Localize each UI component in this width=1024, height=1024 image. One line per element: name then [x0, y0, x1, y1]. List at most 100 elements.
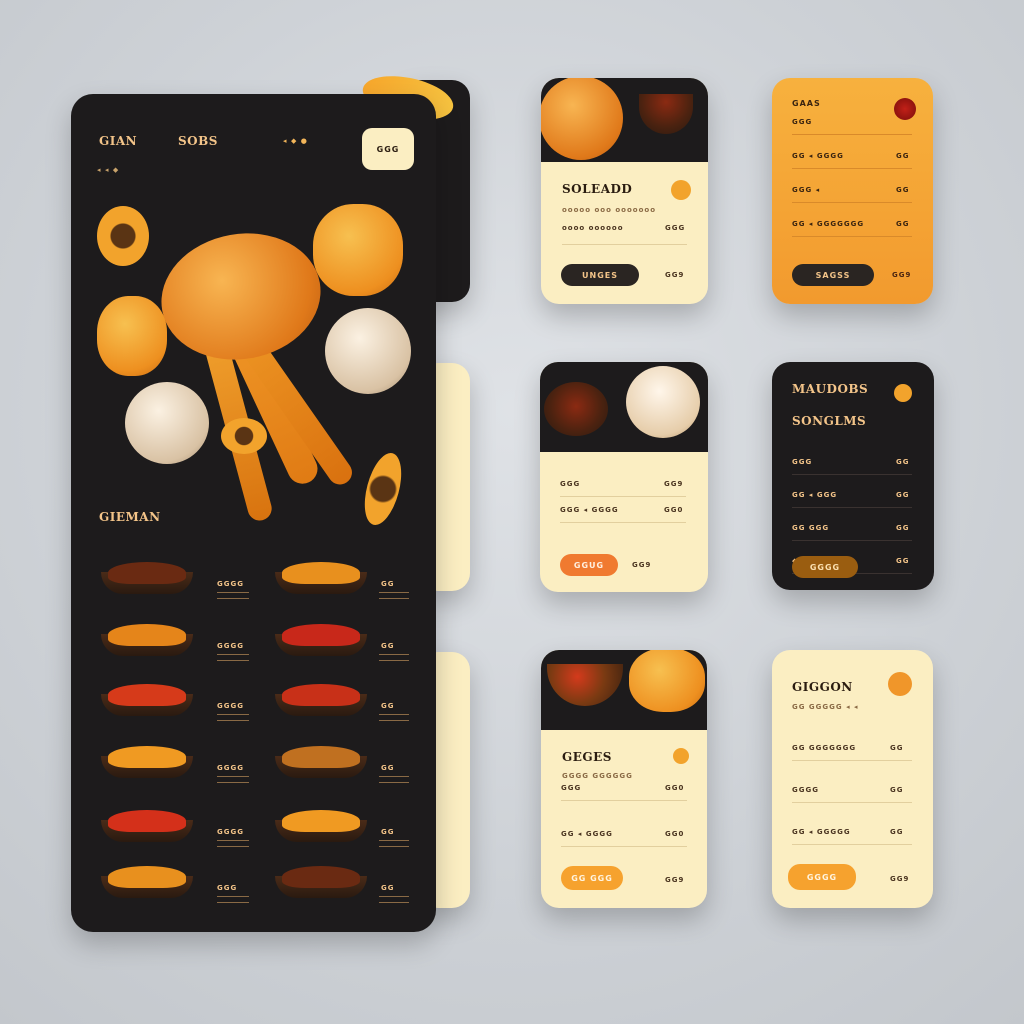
dish-image[interactable]: [101, 562, 193, 594]
dish-price: GG: [381, 828, 395, 836]
card-maudobs[interactable]: MAUDOBS SONGLMS GGGGGGG ◂ GGGGGGG GGGGG◆…: [772, 362, 934, 590]
fruit-half-top: [97, 206, 149, 266]
gg-ggg-button[interactable]: GG GGG: [561, 866, 623, 890]
card-price: GG9: [632, 561, 652, 569]
dish-image[interactable]: [275, 810, 367, 842]
card-gaas[interactable]: GAAS GGG GG ◂ GGGG GG GGG ◂ GG GG ◂ GGGGGGG GG…: [772, 78, 933, 304]
card-price: GG9: [665, 271, 685, 279]
section-title: GIEMAN: [99, 510, 161, 524]
menu-grid: GGGG GG GGGG GG GGGG GG GGGG GG GGGG GG GGG GG: [71, 534, 436, 914]
row-price: GG0: [664, 506, 684, 514]
card-soleadd[interactable]: SOLEADD ooooo ooo ooooooo oooo oooooo GG…: [541, 78, 708, 304]
row-price: GG: [896, 152, 910, 160]
dish-image[interactable]: [101, 866, 193, 898]
fruit-icon: [894, 384, 912, 402]
dish-image[interactable]: [101, 810, 193, 842]
row-label: GGG: [792, 458, 813, 466]
header-button[interactable]: GGG: [362, 128, 414, 170]
row-price: GG: [896, 491, 910, 499]
main-screen: GIAN SOBS ◂ ◆ ● GGG ◂ ◂ ◆ GIEMAN GGGG GG G…: [71, 94, 436, 932]
dish-price: GG: [381, 642, 395, 650]
gggg-button[interactable]: GGGG: [792, 556, 858, 578]
row-price: GGG: [665, 224, 686, 232]
row-label: GG GGG: [792, 524, 830, 532]
orange-icon: [888, 672, 912, 696]
row-price: GG: [890, 744, 904, 752]
row-label: GG ◂ GGGGG: [792, 828, 851, 836]
dish-image[interactable]: [275, 746, 367, 778]
card-title: MAUDOBS: [792, 382, 869, 396]
card-price: GG9: [665, 876, 685, 884]
row-label: GG ◂ GGGG: [561, 830, 613, 838]
card-subtitle: SONGLMS: [792, 414, 867, 428]
bowl-image: [544, 382, 608, 436]
berry-icon: [894, 98, 916, 120]
row-label: GG ◂ GGGGGGG: [792, 220, 865, 228]
bread-loaf: [151, 221, 331, 372]
sagss-button[interactable]: SAGSS: [792, 264, 874, 286]
card-title: GEGES: [562, 750, 612, 764]
card-price: GG9: [892, 271, 912, 279]
header-icons[interactable]: ◂ ◆ ●: [283, 137, 308, 145]
unges-button[interactable]: UNGES: [561, 264, 639, 286]
cream-cup-image: [626, 366, 700, 438]
dish-image[interactable]: [275, 624, 367, 656]
card-giggon[interactable]: GIGGON GG GGGGG ◂ ◂ GG GGGGGGG GG GGGG GG GG…: [772, 650, 933, 908]
row-label: GG GGGGGGG: [792, 744, 857, 752]
dish-image[interactable]: [101, 684, 193, 716]
card-sauce[interactable]: GGG GG9 GGG ◂ GGGG GG0 GGUG GG9: [540, 362, 708, 592]
ggug-button[interactable]: GGUG: [560, 554, 618, 576]
row-price: GG: [896, 557, 910, 565]
dish-image[interactable]: [101, 624, 193, 656]
card-geges[interactable]: GEGES GGGG GGGGGG GGG GG0 GG ◂ GGGG GG0 GG …: [541, 650, 707, 908]
card-sub: GGGG GGGGGG: [562, 772, 633, 780]
dish-price: GG: [381, 884, 395, 892]
row-label: GGG: [560, 480, 581, 488]
dish-price: GG: [381, 702, 395, 710]
row-label: GGG ◂: [792, 186, 821, 194]
row-label: GG ◂ GGG: [792, 491, 838, 499]
bread-image: [541, 78, 623, 160]
card-sub: GG GGGGG ◂ ◂: [792, 703, 859, 711]
row-label: oooo oooooo: [562, 224, 624, 232]
row-label: GGG ◂ GGGG: [560, 506, 619, 514]
card-sub: ooooo ooo ooooooo: [562, 206, 657, 214]
row-price: GG: [896, 524, 910, 532]
row-price: GG: [890, 786, 904, 794]
fruit-icon: [671, 180, 691, 200]
header-title[interactable]: GIAN: [99, 134, 137, 148]
hero-illustration: [91, 184, 421, 544]
header-subtext: ◂ ◂ ◆: [97, 166, 120, 174]
row-label: GGG: [561, 784, 582, 792]
row-label: GG ◂ GGGG: [792, 152, 844, 160]
card-price: GG9: [890, 875, 910, 883]
dish-image[interactable]: [275, 866, 367, 898]
dish-price: GGGG: [217, 764, 244, 772]
card-title: GAAS: [792, 99, 821, 108]
pumpkin-large: [313, 204, 403, 296]
dish-price: GGGG: [217, 828, 244, 836]
dish-image[interactable]: [101, 746, 193, 778]
row-price: GG9: [664, 480, 684, 488]
row-price: GG: [896, 458, 910, 466]
row-price: GG0: [665, 784, 685, 792]
dish-price: GGG: [217, 884, 238, 892]
fruit-half-small: [221, 418, 267, 454]
row-label: GGGG: [792, 786, 819, 794]
gggg-button[interactable]: GGGG: [788, 864, 856, 890]
fruit-slice: [357, 449, 409, 529]
row-price: GG: [890, 828, 904, 836]
dish-price: GGGG: [217, 580, 244, 588]
row-label: GGG: [792, 118, 813, 126]
card-title: SOLEADD: [562, 182, 633, 196]
dish-image[interactable]: [275, 684, 367, 716]
dish-price: GGGG: [217, 642, 244, 650]
dish-image[interactable]: [275, 562, 367, 594]
dish-price: GG: [381, 764, 395, 772]
row-price: GG: [896, 186, 910, 194]
row-price: GG: [896, 220, 910, 228]
row-price: GG0: [665, 830, 685, 838]
card-title: GIGGON: [792, 680, 853, 694]
cream-ball-right: [325, 308, 411, 394]
header-tab[interactable]: SOBS: [178, 134, 218, 148]
